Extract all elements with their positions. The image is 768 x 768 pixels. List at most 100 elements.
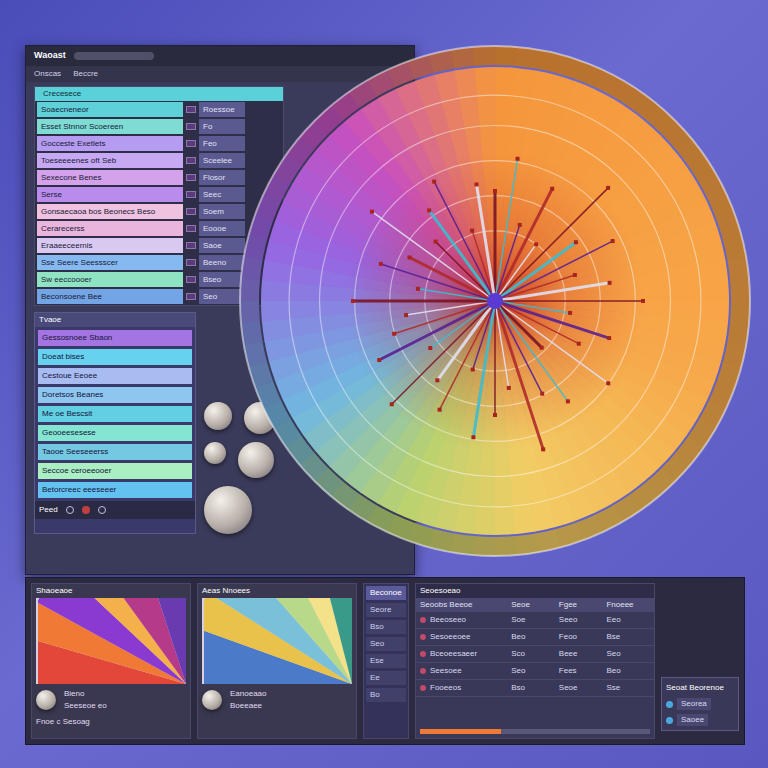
table-column[interactable]: Fnoeee [606, 599, 650, 611]
chart-center [487, 293, 503, 309]
toolbar-item[interactable]: Beccre [73, 68, 98, 80]
fan-wedge [310, 598, 352, 684]
chart-point [407, 255, 411, 259]
widget: Seoat Beorenoe Seorea Saoee [661, 677, 739, 731]
list-row[interactable]: Esset Stnnor ScoereenFo [35, 118, 283, 135]
row-label: Soaecneneor [37, 102, 183, 117]
bottom-panel: Shaoeaoe BienoSeeseoe eoFnoe c Sesoag Aeas… [25, 577, 745, 745]
table-row[interactable]: SeesoeeSeoFeesBeo [416, 663, 654, 680]
sub-panel-title: Tvaoe [35, 313, 195, 327]
chart-point [534, 242, 538, 246]
chart-ring [320, 126, 671, 477]
table-cell: Bse [606, 631, 650, 643]
list-header: Crecesece [35, 87, 283, 101]
progress-track [420, 729, 650, 734]
card-footer: BienoSeeseoe eo [32, 684, 190, 712]
title-bar: Waoast [26, 46, 414, 66]
outer-band-segment [730, 279, 750, 302]
radial-chart [230, 36, 760, 566]
sphere [204, 402, 232, 430]
table-row[interactable]: BeeoseeoSoeSeeoEeo [416, 612, 654, 629]
table-cell: Beo [511, 631, 555, 643]
chart-core [345, 151, 645, 451]
card-footer: EanoeaaoBoeeaee [198, 684, 356, 712]
sub-panel-row[interactable]: Me oe Bescsit [38, 406, 192, 422]
chart-ray [495, 241, 613, 301]
chart-point [404, 313, 408, 317]
card-chart [202, 598, 352, 684]
chart-ray [495, 301, 568, 401]
sphere [202, 690, 222, 710]
sub-panel-row[interactable]: Doeat bises [38, 349, 192, 365]
chart-point [475, 182, 479, 186]
table-row[interactable]: BceoeesaeerScoBeeeSeo [416, 646, 654, 663]
title-field[interactable] [74, 52, 154, 60]
row-side: Bseo [199, 272, 245, 287]
mini-list-item[interactable]: Seore [366, 603, 406, 617]
chart-card: Aeas NnoeesEanoeaaoBoeeaee [197, 583, 357, 739]
outer-band-segment [495, 46, 518, 66]
row-side: Feo [199, 136, 245, 151]
widget-item[interactable]: Saoee [666, 714, 734, 726]
chart-ray [495, 188, 608, 301]
table-cell: Beeoseeo [420, 614, 507, 626]
sub-panel-row[interactable]: Doretsos Beanes [38, 387, 192, 403]
mini-list-item[interactable]: Seo [366, 637, 406, 651]
table-row[interactable]: FooeeosBsoSeoeSse [416, 680, 654, 697]
sub-panel-row[interactable]: Cestoue Eeoee [38, 368, 192, 384]
circle-icon[interactable] [98, 506, 106, 514]
chart-point [471, 435, 475, 439]
list-row[interactable]: SerseSeec [35, 186, 283, 203]
chart-point [518, 223, 522, 227]
mini-list-item[interactable]: Bo [366, 688, 406, 702]
mini-list-item[interactable]: Bso [366, 620, 406, 634]
chart-point [574, 240, 578, 244]
window-title: Waoast [34, 49, 66, 63]
list-row[interactable]: Gonsaecaoa bos Beonecs BesoSoem [35, 203, 283, 220]
card-caption: Eanoeaao [230, 688, 266, 700]
toolbar-item[interactable]: Onscas [34, 68, 61, 80]
chart-point [641, 299, 645, 303]
circle-icon[interactable] [66, 506, 74, 514]
table-column[interactable]: Seoe [511, 599, 555, 611]
mini-list-item[interactable]: Ee [366, 671, 406, 685]
table-cell: Seo [606, 648, 650, 660]
fan-chart [204, 598, 352, 684]
sub-panel-row[interactable]: Gessosnoee Sbaon [38, 330, 192, 346]
status-dot [420, 685, 426, 691]
widget-title: Seoat Beorenoe [666, 682, 734, 694]
row-swatch [186, 259, 196, 266]
table-cell: Fooeeos [420, 682, 507, 694]
chart-ray [495, 301, 608, 383]
list-row[interactable]: Sexecone BenesFlosor [35, 169, 283, 186]
list-row[interactable]: CerarecerssEoooe [35, 220, 283, 237]
sub-panel-row[interactable]: Betorcreec eeeseeer [38, 482, 192, 498]
chart-ray [495, 301, 509, 388]
table-cell: Sse [606, 682, 650, 694]
sub-panel-row[interactable]: Taooe Seeseeerss [38, 444, 192, 460]
table-column[interactable]: Fgee [559, 599, 603, 611]
table-row[interactable]: SesoeeoeeBeoFeooBse [416, 629, 654, 646]
sub-panel-row[interactable]: Geooeesesese [38, 425, 192, 441]
mini-list-item[interactable]: Ese [366, 654, 406, 668]
widget-item[interactable]: Seorea [666, 698, 734, 710]
mini-list: BeconoeSeoreBsoSeoEseEeBo [363, 583, 409, 739]
chart-point [351, 299, 355, 303]
list-row[interactable]: SoaecneneorRoessoe [35, 101, 283, 118]
radial-chart-area [230, 36, 760, 566]
chart-point [370, 210, 374, 214]
card-captions: EanoeaaoBoeeaee [230, 688, 266, 712]
card-chart [36, 598, 186, 684]
chart-point [507, 386, 511, 390]
list-row[interactable]: Gocceste ExetletsFeo [35, 135, 283, 152]
chart-point [541, 447, 545, 451]
sub-panel-row[interactable]: Seccoe ceroeeooer [38, 463, 192, 479]
circle-icon[interactable] [82, 506, 90, 514]
sphere [36, 690, 56, 710]
row-side: Beeno [199, 255, 245, 270]
row-label: Gonsaecaoa bos Beonecs Beso [37, 204, 183, 219]
bottom-footer: Fnoe c Sesoag [32, 712, 190, 728]
card-title: Shaoeaoe [32, 584, 190, 598]
table-column[interactable]: Seoobs Beeoe [420, 599, 507, 611]
list-row[interactable]: Toeseeeenes oft SebSceelee [35, 152, 283, 169]
